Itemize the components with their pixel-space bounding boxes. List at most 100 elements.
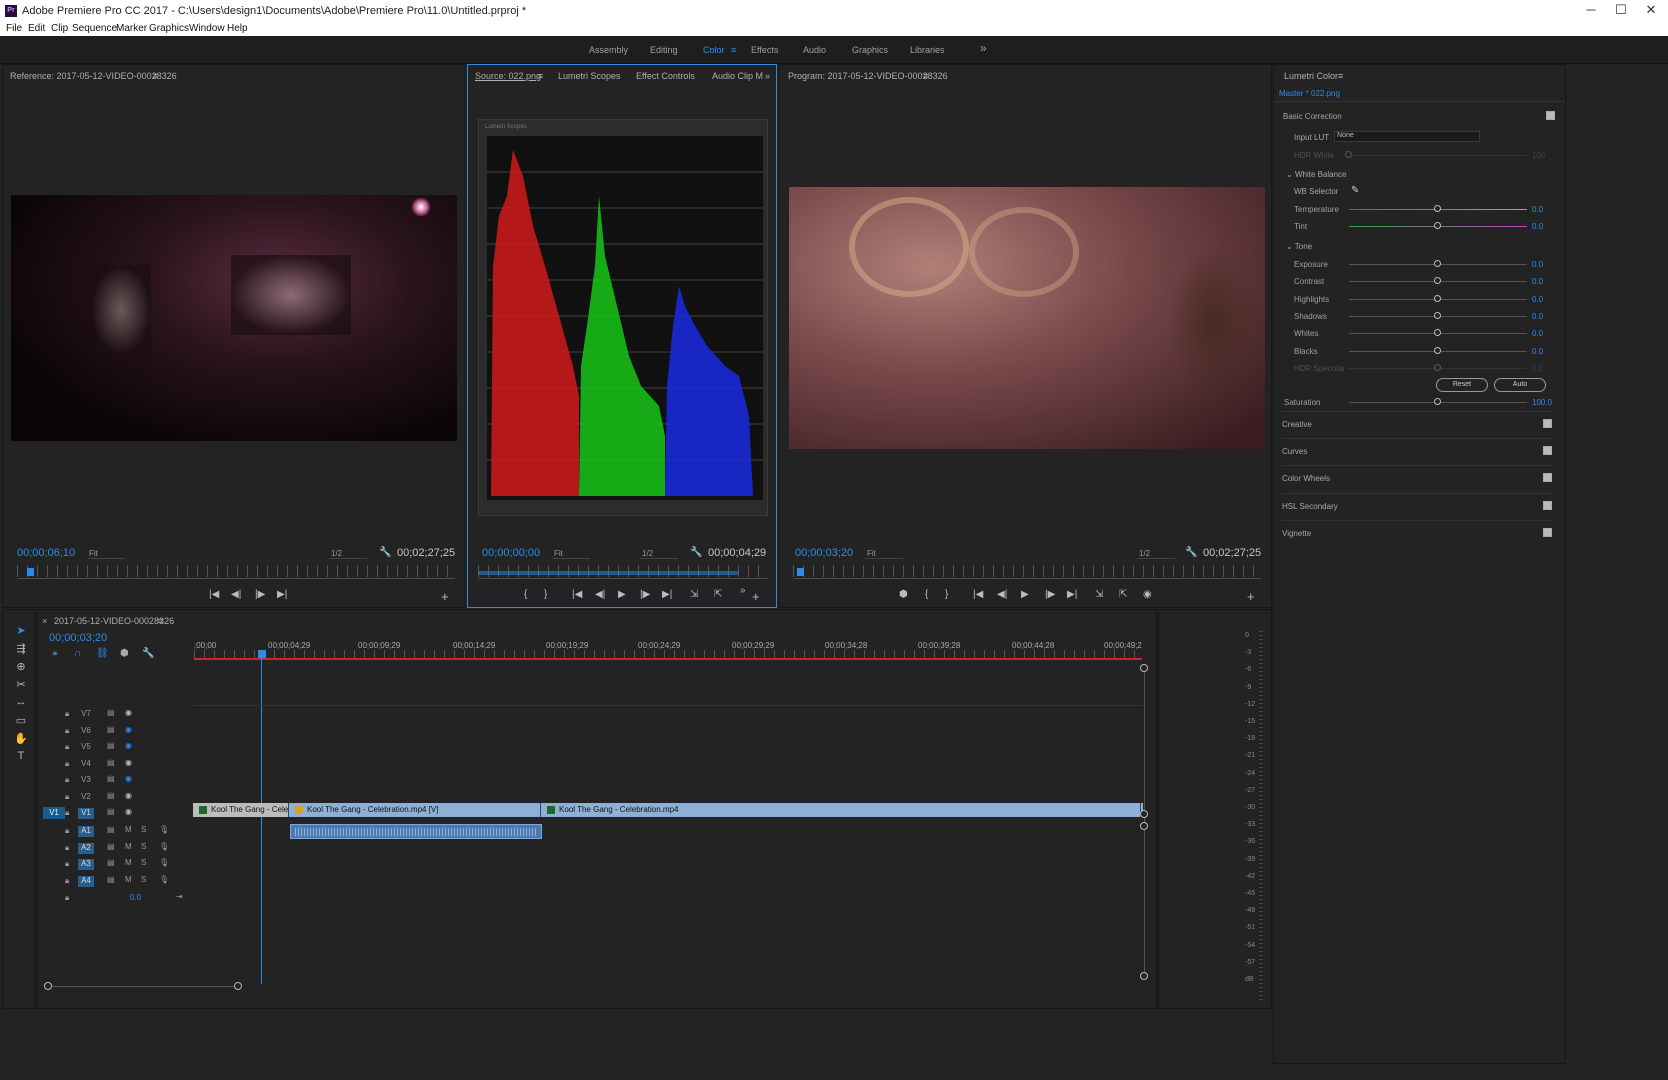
track-name[interactable]: V1: [78, 808, 94, 819]
eye-icon[interactable]: ◉: [125, 807, 132, 816]
go-to-in-button[interactable]: |◀: [209, 589, 219, 600]
creative-checkbox[interactable]: [1543, 419, 1552, 428]
tab-audio-clip-mixer[interactable]: Audio Clip M: [712, 71, 763, 81]
source-patch-v1[interactable]: V1: [43, 807, 65, 819]
video-clip[interactable]: Kool The Gang - Celebr: [193, 803, 289, 817]
blacks-slider[interactable]: Blacks 0.0: [1274, 344, 1564, 360]
workspace-overflow-icon[interactable]: »: [980, 41, 987, 55]
track-name[interactable]: A3: [78, 859, 94, 870]
sync-lock-icon[interactable]: ▤: [107, 758, 115, 767]
panel-menu-icon[interactable]: ≡: [538, 71, 543, 81]
video-track-header[interactable]: 🔒︎ V3 ▤ ◉: [38, 772, 190, 788]
maximize-button[interactable]: ☐: [1606, 2, 1636, 18]
menu-edit[interactable]: Edit: [28, 23, 45, 34]
timeline-settings-wrench-icon[interactable]: 🔧: [142, 648, 154, 659]
video-track-header[interactable]: 🔒︎ V6 ▤ ◉: [38, 723, 190, 739]
add-button-icon[interactable]: +: [752, 589, 760, 604]
program-scrub-bar[interactable]: [793, 578, 1261, 579]
workspace-assembly[interactable]: Assembly: [589, 45, 628, 55]
sync-lock-icon[interactable]: ▤: [107, 725, 115, 734]
audio-track-header[interactable]: 🔒︎ A2 ▤ M S 🎙︎: [38, 840, 190, 856]
master-track-header[interactable]: 🔒︎ 0.0 ⇥: [38, 890, 190, 906]
microphone-icon[interactable]: 🎙︎: [159, 825, 169, 834]
hsl-secondary-section-header[interactable]: HSL Secondary: [1282, 492, 1554, 520]
curves-checkbox[interactable]: [1543, 446, 1552, 456]
go-to-out-button[interactable]: ▶|: [1067, 589, 1077, 600]
track-name[interactable]: A1: [78, 826, 94, 837]
white-balance-header[interactable]: ⌄ White Balance: [1286, 170, 1347, 179]
close-button[interactable]: ✕: [1636, 2, 1666, 18]
solo-button[interactable]: S: [141, 875, 146, 884]
step-forward-button[interactable]: |▶: [640, 589, 650, 600]
go-to-out-button[interactable]: ▶|: [277, 589, 287, 600]
lift-button[interactable]: ⇲: [1095, 589, 1103, 600]
menu-help[interactable]: Help: [227, 23, 248, 34]
lock-icon[interactable]: 🔒︎: [65, 792, 69, 802]
timeline-playhead-head[interactable]: [258, 650, 266, 658]
tabs-overflow-icon[interactable]: »: [765, 71, 770, 81]
sync-lock-icon[interactable]: ▤: [107, 741, 115, 750]
reference-scrub-bar[interactable]: [17, 578, 455, 579]
menu-window[interactable]: Window: [189, 23, 225, 34]
sequence-tab[interactable]: 2017-05-12-VIDEO-00028326: [54, 616, 174, 626]
eye-icon[interactable]: ◉: [125, 708, 132, 717]
highlights-slider[interactable]: Highlights 0.0: [1274, 292, 1564, 308]
tab-lumetri-scopes[interactable]: Lumetri Scopes: [558, 71, 621, 81]
ripple-edit-tool-icon[interactable]: ⊕: [13, 660, 29, 674]
zoom-handle-right[interactable]: [234, 982, 242, 990]
mute-button[interactable]: M: [125, 825, 132, 834]
color-wheels-section-header[interactable]: Color Wheels: [1282, 465, 1554, 492]
overwrite-button[interactable]: ⇱: [714, 589, 722, 600]
wrench-icon[interactable]: 🔧: [379, 547, 391, 558]
timeline-zoom-scrollbar[interactable]: [48, 986, 238, 987]
menu-marker[interactable]: Marker: [116, 23, 147, 34]
exposure-slider[interactable]: Exposure 0.0: [1274, 257, 1564, 273]
panel-menu-icon[interactable]: ≡: [158, 616, 163, 626]
video-clip[interactable]: Kool The Gang - Celebration.mp4 [V]: [289, 803, 541, 817]
play-button[interactable]: ▶: [618, 589, 626, 600]
export-frame-camera-icon[interactable]: ◉: [1143, 589, 1152, 600]
timeline-ruler[interactable]: [194, 650, 1142, 658]
microphone-icon[interactable]: 🎙︎: [159, 858, 169, 867]
lumetri-clip-selector[interactable]: Master * 022.png: [1279, 89, 1340, 98]
workspace-menu-icon[interactable]: ≡: [731, 45, 736, 55]
creative-section-header[interactable]: Creative: [1282, 411, 1554, 438]
solo-button[interactable]: S: [141, 858, 146, 867]
menu-file[interactable]: File: [6, 23, 22, 34]
lock-icon[interactable]: 🔒︎: [65, 742, 69, 752]
vertical-scroll-handle[interactable]: [1140, 972, 1148, 980]
source-timecode[interactable]: 00;00;00;00: [482, 547, 540, 559]
master-volume-value[interactable]: 0.0: [130, 893, 141, 902]
reference-resolution-dropdown[interactable]: 1/2: [329, 549, 367, 559]
program-time-ruler[interactable]: [793, 565, 1261, 577]
track-name[interactable]: V3: [78, 775, 94, 786]
panel-menu-icon[interactable]: ≡: [153, 71, 158, 81]
step-back-button[interactable]: ◀|: [231, 589, 241, 600]
microphone-icon[interactable]: 🎙︎: [159, 842, 169, 851]
lock-icon[interactable]: 🔒︎: [65, 759, 69, 769]
type-tool-icon[interactable]: T: [13, 750, 29, 764]
audio-track-header[interactable]: 🔒︎ A1 ▤ M S 🎙︎: [38, 823, 190, 839]
audio-clip[interactable]: [290, 824, 542, 839]
sync-lock-icon[interactable]: ▤: [107, 842, 115, 851]
program-fit-dropdown[interactable]: Fit: [865, 549, 903, 559]
video-track-header[interactable]: V1 🔒︎ V1 ▤ ◉: [38, 805, 190, 821]
audio-track-header[interactable]: 🔒︎ A3 ▤ M S 🎙︎: [38, 856, 190, 872]
play-button[interactable]: ▶: [1021, 589, 1029, 600]
temperature-slider[interactable]: Temperature 0.0: [1274, 202, 1564, 218]
lock-icon[interactable]: 🔒︎: [65, 709, 69, 719]
menu-graphics[interactable]: Graphics: [149, 23, 189, 34]
whites-slider[interactable]: Whites 0.0: [1274, 326, 1564, 342]
workspace-editing[interactable]: Editing: [650, 45, 678, 55]
razor-tool-icon[interactable]: ✂: [13, 678, 29, 692]
reference-time-ruler[interactable]: [17, 565, 455, 577]
pen-tool-icon[interactable]: ▭: [13, 714, 29, 728]
reset-button[interactable]: Reset: [1436, 378, 1488, 392]
transport-overflow-icon[interactable]: »: [740, 585, 746, 596]
add-button-icon[interactable]: +: [441, 589, 449, 604]
color-wheels-checkbox[interactable]: [1543, 473, 1552, 483]
hsl-secondary-checkbox[interactable]: [1543, 500, 1552, 510]
go-to-in-button[interactable]: |◀: [572, 589, 582, 600]
sync-lock-icon[interactable]: ▤: [107, 825, 115, 834]
source-scrub-bar[interactable]: [478, 578, 768, 579]
